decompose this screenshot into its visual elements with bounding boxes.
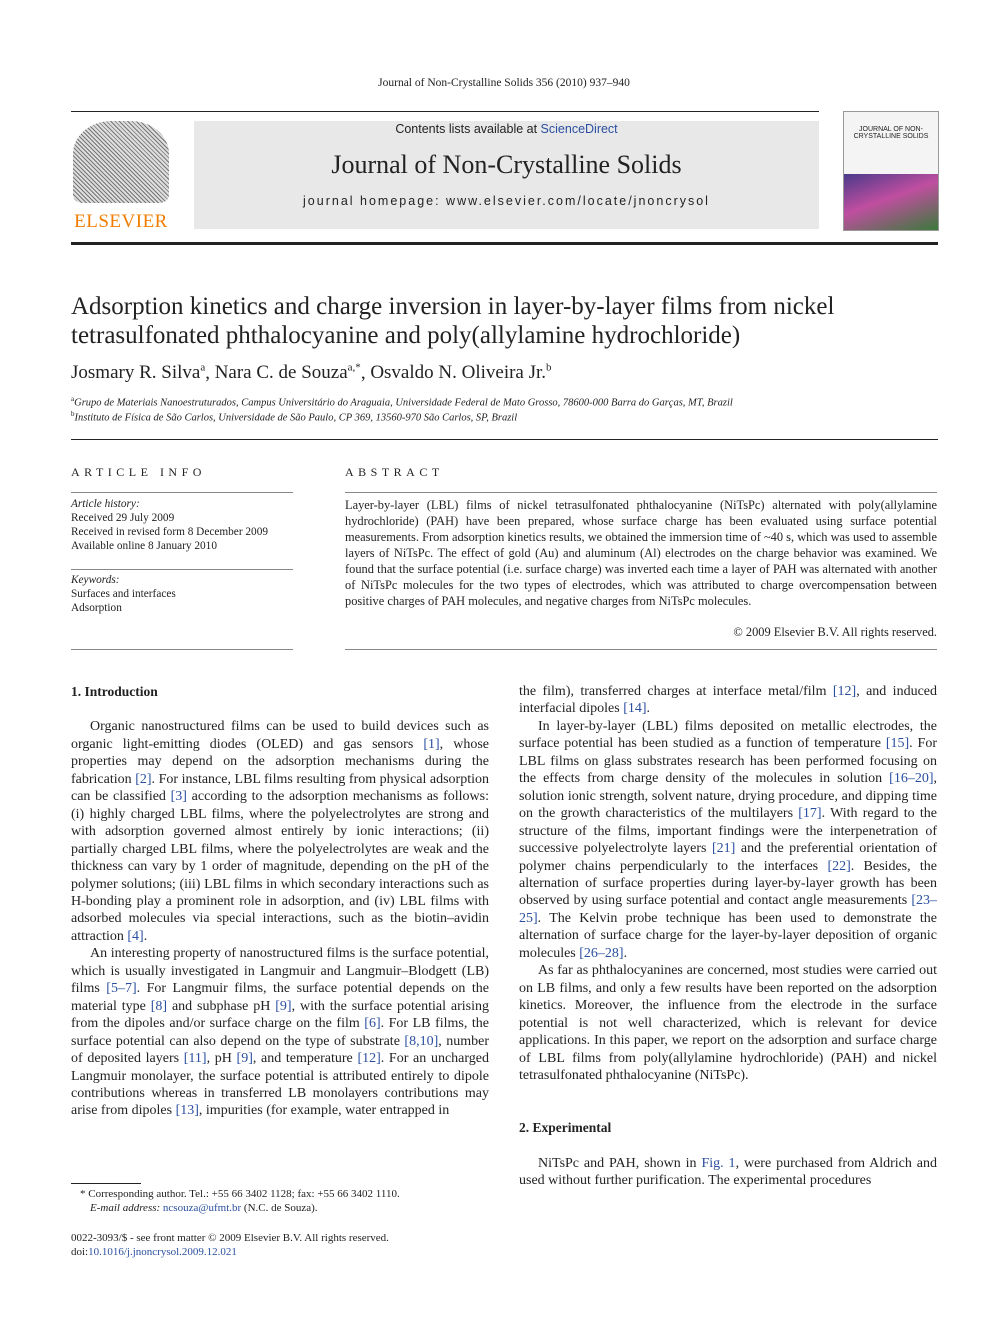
- citation-link[interactable]: [15]: [886, 736, 909, 751]
- journal-title: Journal of Non-Crystalline Solids: [331, 150, 682, 179]
- article-info-heading: ARTICLE INFO: [71, 465, 206, 479]
- keywords-label: Keywords:: [71, 574, 120, 586]
- citation-link[interactable]: [26–28]: [579, 946, 623, 961]
- keyword: Adsorption: [71, 602, 122, 614]
- citation-link[interactable]: [8]: [151, 999, 167, 1014]
- revised-date: Received in revised form 8 December 2009: [71, 526, 268, 538]
- citation-link[interactable]: [16–20]: [889, 771, 933, 786]
- paragraph: NiTsPc and PAH, shown in Fig. 1, were pu…: [519, 1155, 937, 1189]
- citation-link[interactable]: [21]: [712, 841, 735, 856]
- citation-link[interactable]: [3]: [171, 789, 187, 804]
- citation-link[interactable]: [2]: [135, 772, 151, 787]
- citation-link[interactable]: [11]: [184, 1051, 207, 1066]
- cover-image: [844, 174, 938, 230]
- issn: 0022-3093/$ - see front matter © 2009 El…: [71, 1232, 389, 1244]
- doi-link[interactable]: 10.1016/j.jnoncrysol.2009.12.021: [88, 1246, 237, 1258]
- email-link[interactable]: ncsouza@ufmt.br: [163, 1202, 241, 1214]
- citation-link[interactable]: [4]: [127, 929, 143, 944]
- section-heading: 1. Introduction: [71, 684, 158, 699]
- keywords: Keywords: Surfaces and interfaces Adsorp…: [71, 573, 176, 615]
- abstract-text: Layer-by-layer (LBL) films of nickel tet…: [345, 498, 937, 608]
- paragraph: As far as phthalocyanines are concerned,…: [519, 963, 937, 1083]
- citation-link[interactable]: [5–7]: [106, 981, 136, 996]
- section-heading: 2. Experimental: [519, 1120, 612, 1136]
- divider: [345, 492, 937, 493]
- footnote-rule: [71, 1183, 141, 1184]
- citation-link[interactable]: [9]: [275, 999, 291, 1014]
- front-matter: 0022-3093/$ - see front matter © 2009 El…: [71, 1231, 389, 1259]
- header-rule: [71, 242, 938, 245]
- divider: [345, 649, 937, 650]
- citation-link[interactable]: [12]: [833, 684, 856, 699]
- author: Nara C. de Souzaa,*: [214, 362, 361, 384]
- doi-label: doi:: [71, 1246, 89, 1258]
- paragraph: the film), transferred charges at interf…: [519, 684, 938, 717]
- received-date: Received 29 July 2009: [71, 512, 175, 524]
- divider: [71, 569, 293, 570]
- keyword: Surfaces and interfaces: [71, 588, 176, 600]
- journal-reference: Journal of Non-Crystalline Solids 356 (2…: [378, 77, 630, 89]
- citation-link[interactable]: [23–25]: [519, 893, 937, 925]
- right-column: the film), transferred charges at interf…: [519, 683, 937, 1190]
- citation-link[interactable]: [12]: [357, 1051, 380, 1066]
- copyright: © 2009 Elsevier B.V. All rights reserved…: [733, 625, 937, 639]
- email-suffix: (N.C. de Souza).: [241, 1202, 318, 1214]
- article-history: Article history: Received 29 July 2009 R…: [71, 497, 268, 553]
- citation-link[interactable]: [8,10]: [404, 1034, 438, 1049]
- publisher-logo-text: ELSEVIER: [74, 211, 168, 232]
- citation-link[interactable]: Fig. 1: [701, 1156, 735, 1171]
- elsevier-logo: ELSEVIER: [71, 121, 171, 232]
- page: Journal of Non-Crystalline Solids 356 (2…: [0, 0, 992, 1323]
- journal-homepage[interactable]: journal homepage: www.elsevier.com/locat…: [194, 194, 819, 208]
- author: Osvaldo N. Oliveira Jr.b: [370, 362, 552, 384]
- divider: [71, 111, 819, 112]
- sciencedirect-link[interactable]: ScienceDirect: [541, 122, 618, 136]
- affiliation: bInstituto de Física de São Carlos, Univ…: [71, 410, 518, 424]
- tree-icon: [73, 121, 169, 203]
- citation-link[interactable]: [9]: [237, 1051, 253, 1066]
- author-list: Josmary R. Silvaa, Nara C. de Souzaa,*, …: [71, 362, 552, 384]
- paragraph: An interesting property of nanostructure…: [71, 946, 489, 1119]
- author: Josmary R. Silvaa: [71, 362, 206, 384]
- citation-link[interactable]: [1]: [423, 737, 439, 752]
- divider: [71, 439, 938, 440]
- citation-link[interactable]: [22]: [827, 859, 850, 874]
- abstract-heading: ABSTRACT: [345, 465, 444, 479]
- history-label: Article history:: [71, 498, 140, 510]
- article-title: Adsorption kinetics and charge inversion…: [71, 293, 835, 349]
- citation-link[interactable]: [13]: [176, 1103, 199, 1118]
- contents-prefix: Contents lists available at: [395, 122, 541, 136]
- citation-link[interactable]: [17]: [798, 806, 821, 821]
- journal-cover: JOURNAL OF NON-CRYSTALLINE SOLIDS: [843, 111, 939, 231]
- citation-link[interactable]: [14]: [623, 701, 646, 716]
- cover-title: JOURNAL OF NON-CRYSTALLINE SOLIDS: [853, 126, 929, 140]
- contents-line: Contents lists available at ScienceDirec…: [194, 122, 819, 136]
- online-date: Available online 8 January 2010: [71, 540, 217, 552]
- citation-link[interactable]: [6]: [364, 1016, 380, 1031]
- corresponding-author: * Corresponding author. Tel.: +55 66 340…: [80, 1188, 400, 1200]
- divider: [71, 492, 293, 493]
- journal-banner: Contents lists available at ScienceDirec…: [194, 121, 819, 229]
- paragraph: In layer-by-layer (LBL) films deposited …: [519, 718, 938, 961]
- email-label: E-mail address:: [90, 1202, 163, 1214]
- divider: [71, 649, 293, 650]
- footnote: * Corresponding author. Tel.: +55 66 340…: [80, 1187, 400, 1215]
- left-column: 1. Introduction Organic nanostructured f…: [71, 683, 489, 1120]
- paragraph: Organic nanostructured films can be used…: [71, 719, 490, 944]
- affiliation: aGrupo de Materiais Nanoestruturados, Ca…: [71, 395, 733, 409]
